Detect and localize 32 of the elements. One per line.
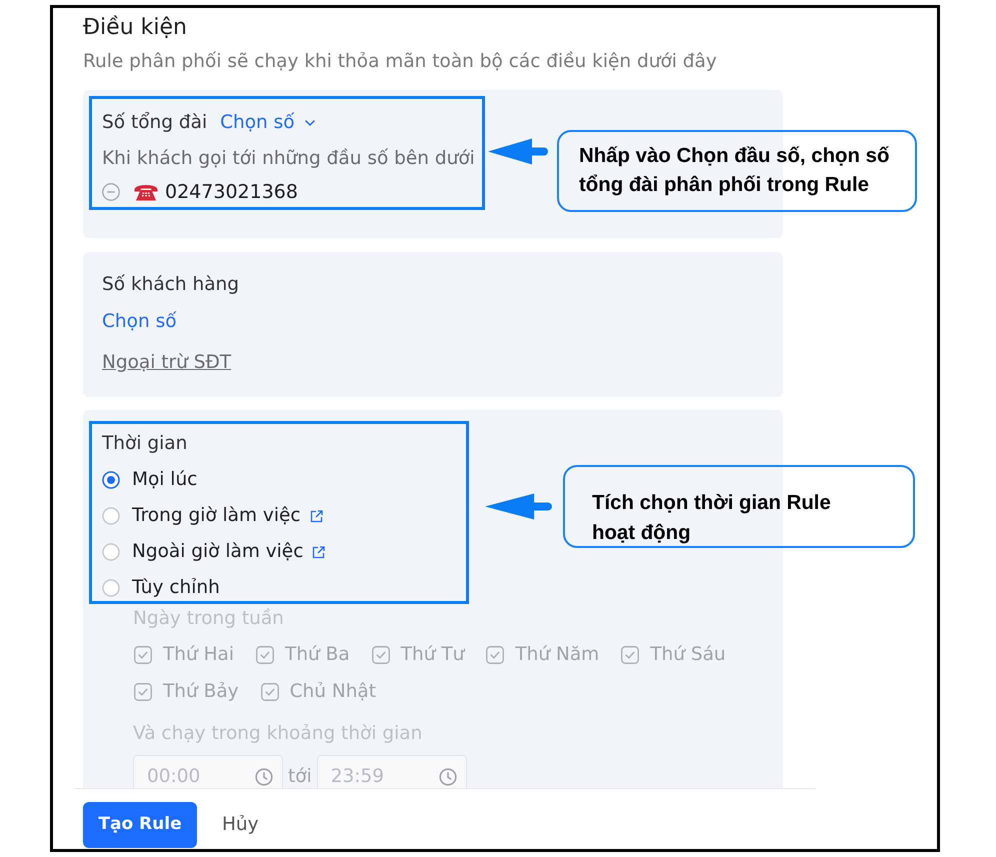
telephone-icon [134,183,158,201]
chevron-down-icon[interactable] [304,120,315,126]
minus-circle-icon[interactable] [102,183,120,201]
create-rule-button[interactable]: Tạo Rule [83,802,197,848]
radio-option[interactable]: Mọi lúc [102,467,198,493]
external-link-icon[interactable] [312,546,326,558]
radio-icon[interactable] [102,507,120,525]
field-label: Thời gian [102,432,188,456]
number-picker-link[interactable]: Chọn số [102,309,177,335]
section-title: Điều kiện [83,14,187,42]
pointer-arrow [488,138,548,165]
radio-icon[interactable] [102,471,120,489]
clock-icon [438,768,457,786]
exclude-numbers-link[interactable]: Ngoại trừ SĐT [102,350,232,376]
number-picker-dropdown[interactable]: Chọn số [220,109,315,137]
radio-option[interactable]: Ngoài giờ làm việc [102,539,326,565]
section-description: Rule phân phối sẽ chạy khi thỏa mãn toàn bộ các điều kiện dưới đây [83,50,717,74]
radio-option[interactable]: Tùy chỉnh [102,575,220,601]
radio-icon[interactable] [102,543,120,561]
phone-number: 02473021368 [165,180,298,205]
radio-icon[interactable] [102,579,120,597]
pointer-arrow [485,493,552,520]
cancel-button[interactable]: Hủy [222,802,259,848]
range-separator: tới [287,765,313,788]
external-link-icon[interactable] [310,510,323,522]
callout: Tích chọn thời gian Rule hoạt động [563,465,915,548]
callout: Nhấp vào Chọn đầu số, chọn số tổng đài phân phối trong Rule [557,130,917,212]
field-label: Số khách hàng [102,273,240,297]
clock-icon [255,768,273,786]
field-label: Số tổng đài [102,111,208,136]
field-hint: Khi khách gọi tới những đầu số bên dưới [102,147,475,171]
radio-option[interactable]: Trong giờ làm việc [102,503,323,529]
